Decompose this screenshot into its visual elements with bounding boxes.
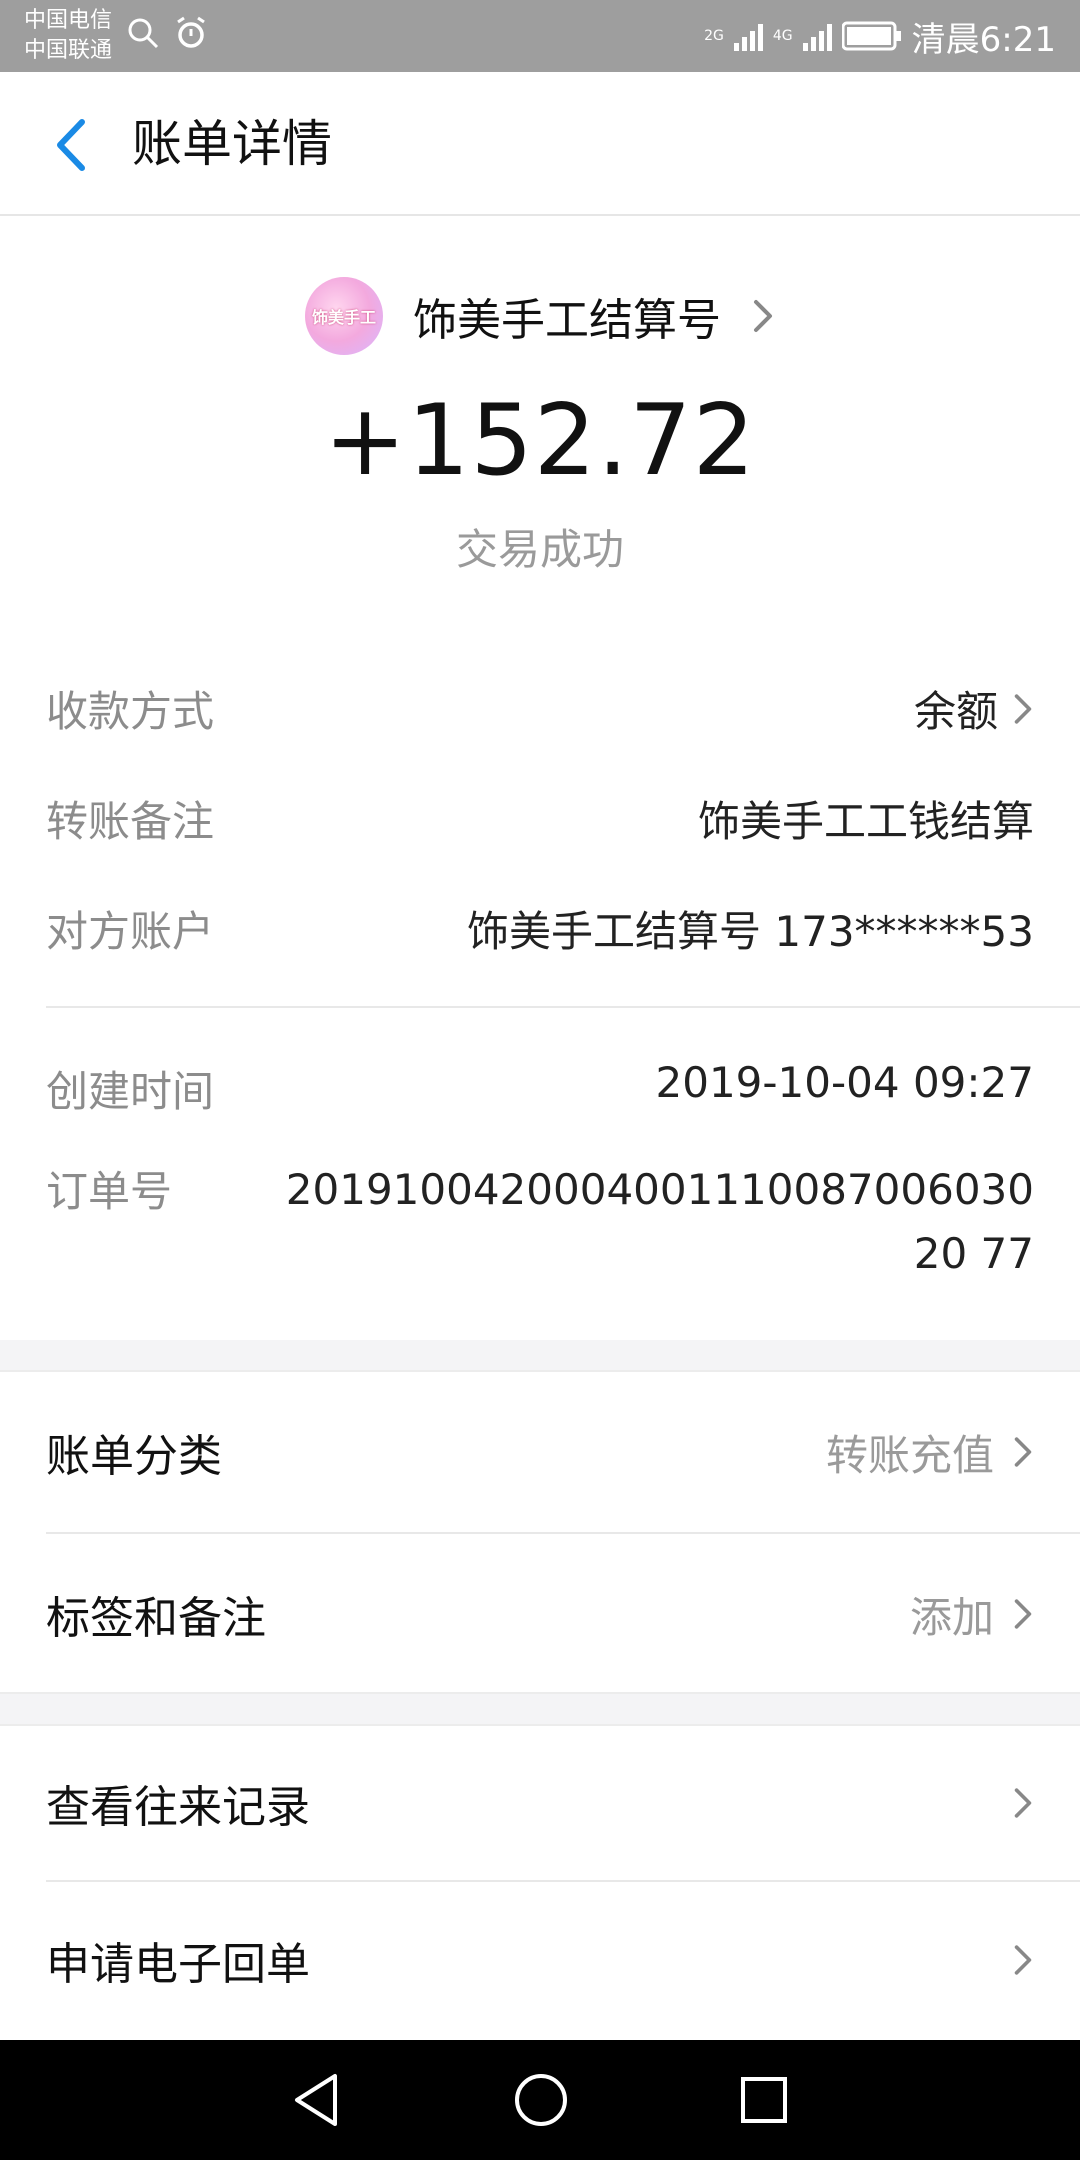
chevron-right-icon xyxy=(1014,1945,1032,1975)
counterparty-account-row: 对方账户 饰美手工结算号 173******53 xyxy=(46,898,1034,959)
divider xyxy=(46,1006,1080,1008)
alarm-icon xyxy=(177,16,205,48)
carrier-info: 中国电信 中国联通 xyxy=(24,6,112,66)
avatar: 饰美手工 xyxy=(305,277,383,355)
system-navigation-bar xyxy=(0,2040,1080,2160)
detail-value: 余额 xyxy=(913,687,998,736)
carrier-2: 中国联通 xyxy=(24,38,113,63)
app-header: 账单详情 xyxy=(0,72,1080,216)
item-label: 申请电子回单 xyxy=(46,1939,310,1990)
e-receipt-item[interactable]: 申请电子回单 xyxy=(46,1882,1034,2038)
transfer-note-row: 转账备注 饰美手工工钱结算 xyxy=(46,788,1034,849)
view-records-item[interactable]: 查看往来记录 xyxy=(46,1726,1034,1880)
order-number: 201910042000400111008700603020 77 xyxy=(285,1165,1034,1278)
bill-category-item[interactable]: 账单分类 转账充值 xyxy=(46,1372,1034,1532)
page-title: 账单详情 xyxy=(132,115,332,173)
detail-label: 创建时间 xyxy=(46,1067,215,1116)
status-bar: 中国电信 中国联通 2G 4G 清晨6:21 xyxy=(0,0,1080,72)
detail-label: 转账备注 xyxy=(46,797,215,846)
created-time-row: 创建时间 2019-10-04 09:27 xyxy=(46,1058,1034,1119)
nav-back-icon[interactable] xyxy=(291,2072,343,2128)
tags-notes-item[interactable]: 标签和备注 添加 xyxy=(46,1534,1034,1694)
nav-home-icon[interactable] xyxy=(513,2072,569,2128)
battery-icon xyxy=(841,21,901,51)
avatar-text: 饰美手工 xyxy=(311,308,376,327)
order-number-row: 订单号 201910042000400111008700603020 77 xyxy=(46,1158,1034,1286)
detail-label: 收款方式 xyxy=(46,687,215,736)
detail-value: 饰美手工工钱结算 xyxy=(697,797,1034,846)
detail-value: 2019-10-04 09:27 xyxy=(655,1058,1034,1107)
detail-value: 饰美手工结算号 173******53 xyxy=(467,907,1034,956)
item-label: 查看往来记录 xyxy=(46,1782,310,1833)
network-type-2: 4G xyxy=(772,28,793,44)
payee-name: 饰美手工结算号 xyxy=(413,295,721,346)
payee-link[interactable]: 饰美手工 饰美手工结算号 xyxy=(0,256,1080,376)
detail-label: 对方账户 xyxy=(46,907,215,956)
signal-icon-1 xyxy=(733,21,763,51)
carrier-1: 中国电信 xyxy=(24,8,113,33)
signal-icon-2 xyxy=(802,21,832,51)
chevron-right-icon xyxy=(1014,1788,1032,1818)
bill-options-section: 账单分类 转账充值 标签和备注 添加 xyxy=(0,1370,1080,1694)
record-options-section: 查看往来记录 申请电子回单 xyxy=(0,1724,1080,2040)
transaction-card: 饰美手工 饰美手工结算号 +152.72 交易成功 收款方式 余额 转账备注 饰… xyxy=(0,216,1080,1340)
transaction-amount: +152.72 xyxy=(323,384,757,498)
chevron-right-icon xyxy=(1014,1437,1032,1467)
detail-label: 订单号 xyxy=(46,1167,173,1216)
nav-recents-icon[interactable] xyxy=(739,2075,789,2125)
chevron-right-icon xyxy=(754,300,772,332)
item-label: 标签和备注 xyxy=(46,1593,266,1644)
network-type-1: 2G xyxy=(704,28,724,44)
clock: 清晨6:21 xyxy=(911,19,1056,60)
chevron-right-icon xyxy=(1014,693,1032,724)
item-value: 添加 xyxy=(909,1592,994,1642)
transaction-status: 交易成功 xyxy=(455,525,624,574)
item-value: 转账充值 xyxy=(825,1430,994,1480)
chevron-right-icon xyxy=(1014,1599,1032,1629)
payment-method-row[interactable]: 收款方式 余额 xyxy=(46,678,1034,739)
search-icon xyxy=(128,18,159,49)
back-arrow-icon[interactable] xyxy=(44,110,100,180)
item-label: 账单分类 xyxy=(46,1431,222,1482)
